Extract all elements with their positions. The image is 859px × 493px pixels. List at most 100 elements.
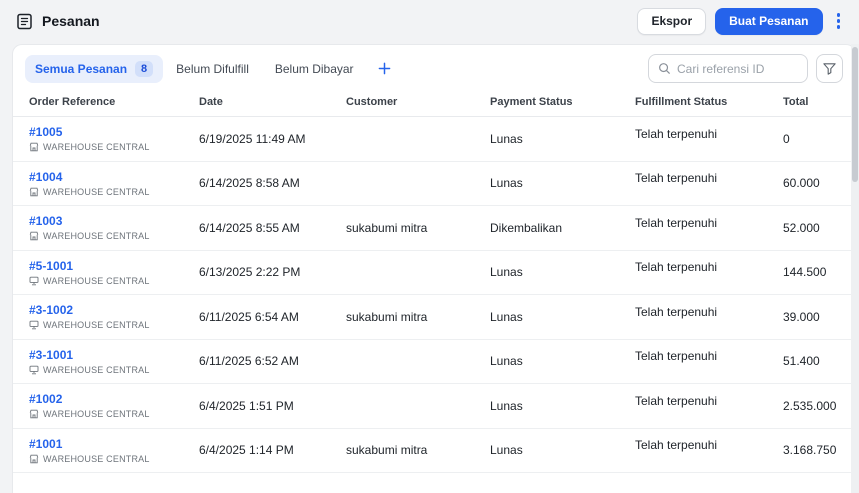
order-location: WAREHOUSE CENTRAL [29, 142, 199, 152]
order-customer: sukabumi mitra [346, 443, 428, 458]
order-total: 144.500 [783, 265, 827, 280]
page-title: Pesanan [42, 13, 100, 29]
table-row[interactable]: #1002 WAREHOUSE CENTRAL 6/4/2025 1:51 PM… [13, 384, 855, 429]
location-label: WAREHOUSE CENTRAL [43, 453, 150, 464]
payment-status: Lunas [490, 354, 523, 369]
fulfillment-status: Telah terpenuhi [635, 349, 718, 364]
scrollbar-thumb[interactable] [852, 47, 858, 182]
order-date: 6/11/2025 6:52 AM [199, 354, 299, 369]
order-reference-link[interactable]: #1004 [29, 170, 199, 184]
order-date: 6/11/2025 6:54 AM [199, 309, 299, 324]
location-label: WAREHOUSE CENTRAL [43, 409, 150, 420]
orders-toolbar: Semua Pesanan 8 Belum Difulfill Belum Di… [13, 45, 855, 92]
order-total: 39.000 [783, 309, 820, 324]
payment-status: Lunas [490, 443, 523, 458]
order-date: 6/4/2025 1:14 PM [199, 443, 294, 458]
order-total: 52.000 [783, 220, 820, 235]
payment-status: Lunas [490, 265, 523, 280]
fulfillment-status: Telah terpenuhi [635, 260, 718, 275]
order-location: WAREHOUSE CENTRAL [29, 320, 199, 330]
add-view-button[interactable] [372, 58, 397, 79]
location-label: WAREHOUSE CENTRAL [43, 320, 150, 331]
store-icon [29, 410, 39, 419]
orders-icon [16, 13, 33, 30]
order-date: 6/14/2025 8:58 AM [199, 176, 300, 191]
search-box[interactable] [648, 54, 808, 83]
col-total: Total [783, 96, 809, 108]
order-reference-link[interactable]: #1002 [29, 392, 199, 406]
store-icon [29, 232, 39, 241]
fulfillment-status: Telah terpenuhi [635, 438, 718, 453]
col-fulfillment-status: Fulfillment Status [635, 96, 728, 108]
order-location: WAREHOUSE CENTRAL [29, 409, 199, 419]
tab-label: Semua Pesanan [35, 61, 128, 76]
pos-terminal-icon [29, 365, 39, 374]
order-total: 51.400 [783, 354, 820, 369]
table-row[interactable]: #3-1001 WAREHOUSE CENTRAL 6/11/2025 6:52… [13, 340, 855, 384]
store-icon [29, 454, 39, 463]
table-row[interactable]: #1004 WAREHOUSE CENTRAL 6/14/2025 8:58 A… [13, 162, 855, 206]
table-header: Order Reference Date Customer Payment St… [13, 92, 855, 117]
order-customer: sukabumi mitra [346, 309, 428, 324]
col-date: Date [199, 96, 223, 108]
fulfillment-status: Telah terpenuhi [635, 393, 718, 408]
order-location: WAREHOUSE CENTRAL [29, 365, 199, 375]
order-reference-link[interactable]: #3-1001 [29, 348, 199, 362]
orders-card: Semua Pesanan 8 Belum Difulfill Belum Di… [12, 44, 856, 493]
col-order-reference: Order Reference [29, 96, 116, 108]
scrollbar[interactable] [851, 44, 859, 493]
col-payment-status: Payment Status [490, 96, 573, 108]
order-reference-link[interactable]: #1001 [29, 437, 199, 451]
payment-status: Lunas [490, 176, 523, 191]
pos-terminal-icon [29, 276, 39, 285]
fulfillment-status: Telah terpenuhi [635, 171, 718, 186]
location-label: WAREHOUSE CENTRAL [43, 231, 150, 242]
order-reference-link[interactable]: #1005 [29, 125, 199, 139]
title-group: Pesanan [16, 13, 100, 30]
order-location: WAREHOUSE CENTRAL [29, 231, 199, 241]
filter-icon [822, 61, 837, 76]
order-reference-link[interactable]: #1003 [29, 214, 199, 228]
order-date: 6/19/2025 11:49 AM [199, 131, 306, 146]
fulfillment-status: Telah terpenuhi [635, 304, 718, 319]
store-icon [29, 143, 39, 152]
export-button[interactable]: Ekspor [637, 7, 707, 35]
order-customer: sukabumi mitra [346, 220, 428, 235]
table-row[interactable]: #5-1001 WAREHOUSE CENTRAL 6/13/2025 2:22… [13, 251, 855, 295]
order-reference-link[interactable]: #5-1001 [29, 259, 199, 273]
order-reference-link[interactable]: #3-1002 [29, 303, 199, 317]
tab-belum-dibayar[interactable]: Belum Dibayar [262, 56, 367, 82]
col-customer: Customer [346, 96, 398, 108]
order-location: WAREHOUSE CENTRAL [29, 276, 199, 286]
location-label: WAREHOUSE CENTRAL [43, 364, 150, 375]
create-order-button[interactable]: Buat Pesanan [715, 7, 823, 35]
page-header: Pesanan Ekspor Buat Pesanan [0, 0, 859, 42]
location-label: WAREHOUSE CENTRAL [43, 186, 150, 197]
table-row[interactable]: #1001 WAREHOUSE CENTRAL 6/4/2025 1:14 PM… [13, 429, 855, 473]
order-total: 0 [783, 131, 790, 146]
order-date: 6/14/2025 8:55 AM [199, 220, 300, 235]
store-icon [29, 187, 39, 196]
table-row[interactable]: #1005 WAREHOUSE CENTRAL 6/19/2025 11:49 … [13, 117, 855, 162]
kebab-menu-icon[interactable] [832, 9, 846, 33]
payment-status: Lunas [490, 398, 523, 413]
tab-semua-pesanan[interactable]: Semua Pesanan 8 [25, 54, 164, 83]
pos-terminal-icon [29, 321, 39, 330]
order-location: WAREHOUSE CENTRAL [29, 187, 199, 197]
fulfillment-status: Telah terpenuhi [635, 215, 718, 230]
location-label: WAREHOUSE CENTRAL [43, 142, 150, 153]
payment-status: Lunas [490, 131, 523, 146]
order-total: 3.168.750 [783, 443, 837, 458]
plus-icon [378, 62, 391, 75]
table-row[interactable]: #3-1002 WAREHOUSE CENTRAL 6/11/2025 6:54… [13, 295, 855, 340]
order-date: 6/13/2025 2:22 PM [199, 265, 301, 280]
filter-button[interactable] [816, 54, 843, 83]
order-date: 6/4/2025 1:51 PM [199, 398, 294, 413]
search-input[interactable] [677, 61, 798, 76]
table-row[interactable]: #1003 WAREHOUSE CENTRAL 6/14/2025 8:55 A… [13, 206, 855, 251]
tab-belum-difulfill[interactable]: Belum Difulfill [163, 56, 262, 82]
order-location: WAREHOUSE CENTRAL [29, 454, 199, 464]
payment-status: Dikembalikan [490, 220, 563, 235]
search-icon [658, 62, 671, 75]
order-total: 60.000 [783, 176, 820, 191]
